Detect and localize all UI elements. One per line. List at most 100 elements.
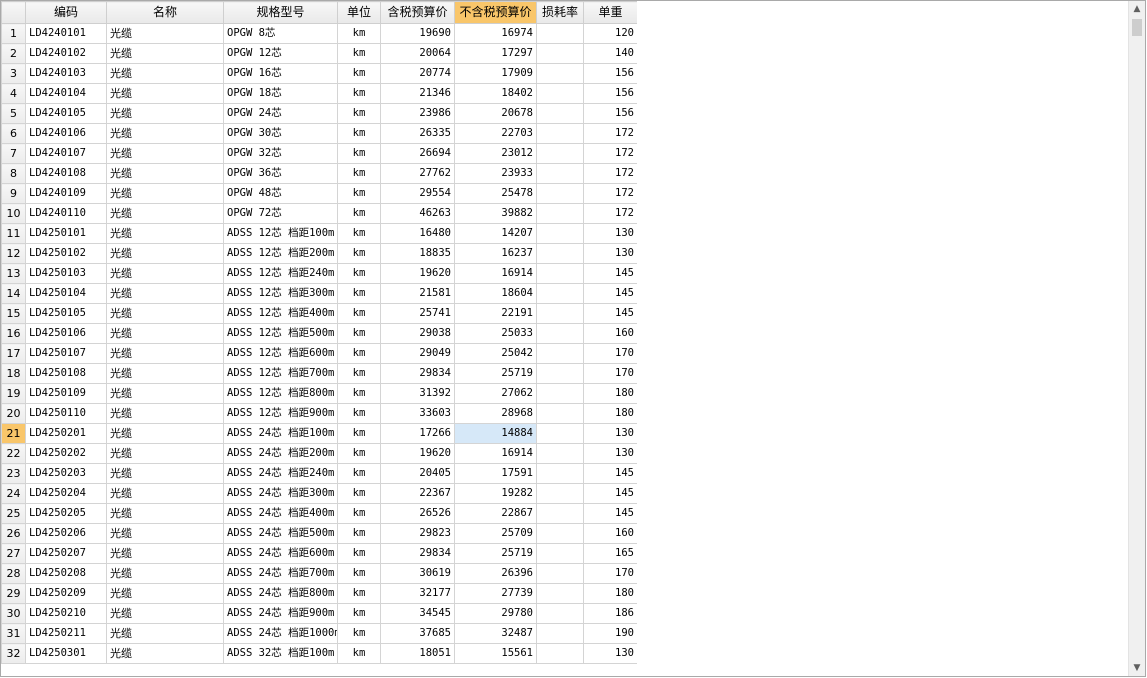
tax-price-cell[interactable]: 29834: [380, 543, 455, 564]
spec-cell[interactable]: ADSS 12芯 档距900m: [223, 403, 338, 424]
loss-rate-cell[interactable]: [536, 423, 584, 444]
name-cell[interactable]: 光缆: [106, 423, 224, 444]
spec-cell[interactable]: ADSS 24芯 档距300m: [223, 483, 338, 504]
column-header-spec[interactable]: 规格型号: [223, 1, 338, 24]
name-cell[interactable]: 光缆: [106, 343, 224, 364]
loss-rate-cell[interactable]: [536, 603, 584, 624]
notax-price-cell[interactable]: 25709: [454, 523, 537, 544]
code-cell[interactable]: LD4240109: [25, 183, 107, 204]
row-number-cell[interactable]: 8: [1, 163, 26, 184]
loss-rate-cell[interactable]: [536, 463, 584, 484]
spec-cell[interactable]: ADSS 24芯 档距900m: [223, 603, 338, 624]
loss-rate-cell[interactable]: [536, 43, 584, 64]
unit-weight-cell[interactable]: 160: [583, 523, 637, 544]
loss-rate-cell[interactable]: [536, 523, 584, 544]
notax-price-cell[interactable]: 25719: [454, 363, 537, 384]
name-cell[interactable]: 光缆: [106, 63, 224, 84]
unit-weight-cell[interactable]: 170: [583, 363, 637, 384]
name-cell[interactable]: 光缆: [106, 363, 224, 384]
tax-price-cell[interactable]: 18835: [380, 243, 455, 264]
unit-weight-cell[interactable]: 172: [583, 183, 637, 204]
name-cell[interactable]: 光缆: [106, 383, 224, 404]
column-header-loss-rate[interactable]: 损耗率: [536, 1, 584, 24]
unit-weight-cell[interactable]: 156: [583, 103, 637, 124]
notax-price-cell[interactable]: 17909: [454, 63, 537, 84]
code-cell[interactable]: LD4240105: [25, 103, 107, 124]
row-number-cell[interactable]: 11: [1, 223, 26, 244]
unit-weight-cell[interactable]: 130: [583, 643, 637, 664]
notax-price-cell[interactable]: 32487: [454, 623, 537, 644]
unit-weight-cell[interactable]: 140: [583, 43, 637, 64]
unit-weight-cell[interactable]: 180: [583, 383, 637, 404]
unit-weight-cell[interactable]: 170: [583, 343, 637, 364]
spec-cell[interactable]: ADSS 12芯 档距500m: [223, 323, 338, 344]
unit-weight-cell[interactable]: 165: [583, 543, 637, 564]
tax-price-cell[interactable]: 29823: [380, 523, 455, 544]
loss-rate-cell[interactable]: [536, 503, 584, 524]
unit-cell[interactable]: km: [337, 203, 381, 224]
row-number-cell[interactable]: 18: [1, 363, 26, 384]
unit-weight-cell[interactable]: 180: [583, 403, 637, 424]
row-number-cell[interactable]: 16: [1, 323, 26, 344]
table-row[interactable]: 25 LD4250205 光缆 ADSS 24芯 档距400m km 26526 22867…: [1, 503, 637, 524]
chevron-down-icon[interactable]: ▼: [1129, 660, 1145, 676]
unit-cell[interactable]: km: [337, 343, 381, 364]
spec-cell[interactable]: OPGW 32芯: [223, 143, 338, 164]
tax-price-cell[interactable]: 17266: [380, 423, 455, 444]
code-cell[interactable]: LD4240106: [25, 123, 107, 144]
spec-cell[interactable]: OPGW 48芯: [223, 183, 338, 204]
row-number-cell[interactable]: 6: [1, 123, 26, 144]
code-cell[interactable]: LD4240107: [25, 143, 107, 164]
column-header-name[interactable]: 名称: [106, 1, 224, 24]
notax-price-cell[interactable]: 17297: [454, 43, 537, 64]
loss-rate-cell[interactable]: [536, 143, 584, 164]
code-cell[interactable]: LD4240110: [25, 203, 107, 224]
tax-price-cell[interactable]: 46263: [380, 203, 455, 224]
table-row[interactable]: 16 LD4250106 光缆 ADSS 12芯 档距500m km 29038 25033…: [1, 323, 637, 344]
unit-weight-cell[interactable]: 145: [583, 483, 637, 504]
table-row[interactable]: 27 LD4250207 光缆 ADSS 24芯 档距600m km 29834 25719…: [1, 543, 637, 564]
code-cell[interactable]: LD4240103: [25, 63, 107, 84]
unit-weight-cell[interactable]: 130: [583, 223, 637, 244]
notax-price-cell[interactable]: 28968: [454, 403, 537, 424]
row-number-cell[interactable]: 32: [1, 643, 26, 664]
tax-price-cell[interactable]: 29554: [380, 183, 455, 204]
table-row[interactable]: 20 LD4250110 光缆 ADSS 12芯 档距900m km 33603 28968…: [1, 403, 637, 424]
notax-price-cell[interactable]: 25033: [454, 323, 537, 344]
loss-rate-cell[interactable]: [536, 443, 584, 464]
row-number-cell[interactable]: 23: [1, 463, 26, 484]
notax-price-cell[interactable]: 27062: [454, 383, 537, 404]
code-cell[interactable]: LD4250107: [25, 343, 107, 364]
row-number-cell[interactable]: 20: [1, 403, 26, 424]
loss-rate-cell[interactable]: [536, 263, 584, 284]
tax-price-cell[interactable]: 37685: [380, 623, 455, 644]
tax-price-cell[interactable]: 16480: [380, 223, 455, 244]
spec-cell[interactable]: ADSS 24芯 档距400m: [223, 503, 338, 524]
loss-rate-cell[interactable]: [536, 483, 584, 504]
unit-cell[interactable]: km: [337, 543, 381, 564]
unit-cell[interactable]: km: [337, 403, 381, 424]
table-row[interactable]: 13 LD4250103 光缆 ADSS 12芯 档距240m km 19620 16914…: [1, 263, 637, 284]
row-number-cell[interactable]: 14: [1, 283, 26, 304]
table-row[interactable]: 9 LD4240109 光缆 OPGW 48芯 km 29554 25478 172: [1, 183, 637, 204]
notax-price-cell[interactable]: 19282: [454, 483, 537, 504]
name-cell[interactable]: 光缆: [106, 503, 224, 524]
name-cell[interactable]: 光缆: [106, 103, 224, 124]
loss-rate-cell[interactable]: [536, 543, 584, 564]
table-row[interactable]: 19 LD4250109 光缆 ADSS 12芯 档距800m km 31392 27062…: [1, 383, 637, 404]
table-row[interactable]: 32 LD4250301 光缆 ADSS 32芯 档距100m km 18051 15561…: [1, 643, 637, 664]
unit-cell[interactable]: km: [337, 443, 381, 464]
code-cell[interactable]: LD4250206: [25, 523, 107, 544]
column-header-unit[interactable]: 单位: [337, 1, 381, 24]
row-number-cell[interactable]: 21: [1, 423, 26, 444]
tax-price-cell[interactable]: 21346: [380, 83, 455, 104]
code-cell[interactable]: LD4250105: [25, 303, 107, 324]
spec-cell[interactable]: ADSS 32芯 档距100m: [223, 643, 338, 664]
loss-rate-cell[interactable]: [536, 623, 584, 644]
unit-weight-cell[interactable]: 120: [583, 23, 637, 44]
tax-price-cell[interactable]: 22367: [380, 483, 455, 504]
table-row[interactable]: 5 LD4240105 光缆 OPGW 24芯 km 23986 20678 156: [1, 103, 637, 124]
code-cell[interactable]: LD4250106: [25, 323, 107, 344]
unit-cell[interactable]: km: [337, 103, 381, 124]
loss-rate-cell[interactable]: [536, 23, 584, 44]
